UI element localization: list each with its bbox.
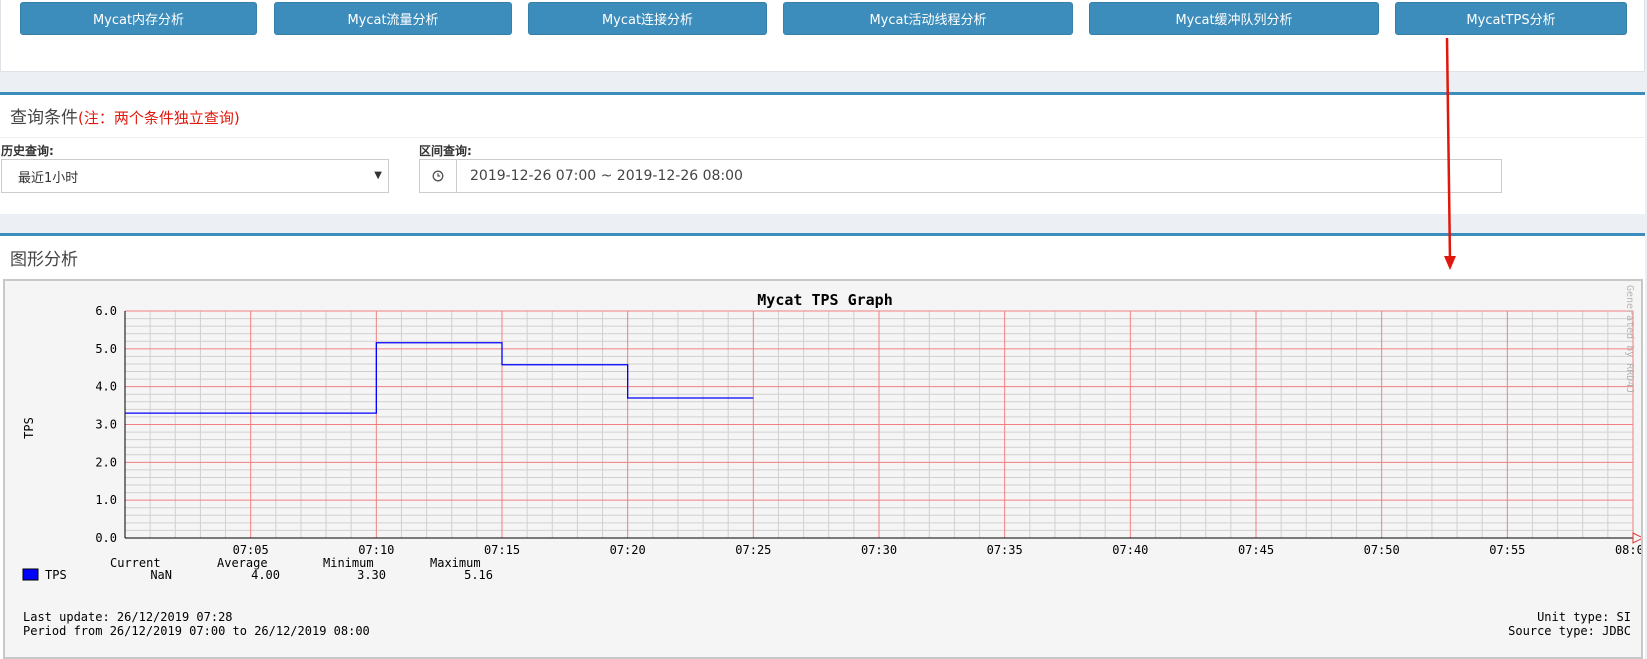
tps-chart-svg: 07:05 07:10 07:15 07:20 07:25 07:30 07:35 07:40… (22, 285, 1647, 638)
x-tick-label: 07:30 (861, 543, 897, 557)
stat-maximum: 5.16 (464, 568, 493, 582)
history-query-label: 历史查询: (1, 144, 54, 158)
x-tick-label: 07:50 (1364, 543, 1400, 557)
y-tick-label: 2.0 (95, 455, 117, 469)
source-type-text: Source type: JDBC (1508, 624, 1631, 638)
y-tick-label: 5.0 (95, 342, 117, 356)
query-conditions-panel: 查询条件(注：两个条件独立查询) 历史查询: 最近1小时 ▼ 区间查询: 201… (0, 92, 1645, 214)
x-tick-labels: 07:05 07:10 07:15 07:20 07:25 07:30 07:35 07:40… (233, 543, 1647, 557)
x-tick-label: 08:00 (1615, 543, 1641, 557)
divider (0, 137, 1645, 138)
query-note: (注：两个条件独立查询) (78, 109, 240, 127)
query-title-text: 查询条件 (10, 108, 78, 128)
annotation-arrow (1444, 38, 1456, 270)
x-tick-label: 07:15 (484, 543, 520, 557)
date-range-value: 2019-12-26 07:00 ~ 2019-12-26 08:00 (470, 168, 743, 184)
x-tick-label: 07:10 (358, 543, 394, 557)
clock-icon (420, 160, 457, 192)
chart-title: Mycat TPS Graph (757, 291, 892, 309)
x-tick-label: 07:40 (1112, 543, 1148, 557)
period-text: Period from 26/12/2019 07:00 to 26/12/20… (23, 624, 370, 638)
x-axis-arrow (1632, 532, 1645, 544)
analysis-button-bar: Mycat内存分析 Mycat流量分析 Mycat连接分析 Mycat活动线程分… (0, 0, 1645, 72)
x-tick-label: 07:55 (1489, 543, 1525, 557)
page-root: Mycat内存分析 Mycat流量分析 Mycat连接分析 Mycat活动线程分… (0, 0, 1647, 659)
last-update-text: Last update: 26/12/2019 07:28 (23, 610, 233, 624)
connection-analysis-button[interactable]: Mycat连接分析 (528, 2, 767, 35)
stat-minimum: 3.30 (357, 568, 386, 582)
x-tick-label: 07:20 (610, 543, 646, 557)
history-query-value: 最近1小时 (18, 170, 79, 186)
traffic-analysis-button[interactable]: Mycat流量分析 (274, 2, 512, 35)
y-tick-label: 0.0 (95, 531, 117, 545)
tps-graph: 07:05 07:10 07:15 07:20 07:25 07:30 07:35 07:40… (3, 279, 1647, 659)
y-tick-label: 4.0 (95, 380, 117, 394)
graph-panel-title: 图形分析 (10, 250, 78, 270)
active-thread-analysis-button[interactable]: Mycat活动线程分析 (783, 2, 1073, 35)
range-query-label: 区间查询: (419, 144, 472, 158)
query-panel-title: 查询条件(注：两个条件独立查询) (10, 103, 240, 128)
caret-down-icon: ▼ (374, 170, 382, 181)
y-tick-label: 1.0 (95, 493, 117, 507)
x-tick-label: 07:25 (735, 543, 771, 557)
stat-average: 4.00 (251, 568, 280, 582)
y-tick-label: 6.0 (95, 304, 117, 318)
x-tick-label: 07:05 (233, 543, 269, 557)
x-tick-label: 07:45 (1238, 543, 1274, 557)
y-axis-label: TPS (22, 417, 36, 439)
buffer-queue-analysis-button[interactable]: Mycat缓冲队列分析 (1089, 2, 1379, 35)
series-line-tps (125, 342, 754, 414)
y-tick-labels: 0.0 1.0 2.0 3.0 4.0 5.0 6.0 (95, 304, 117, 545)
tps-analysis-button[interactable]: MycatTPS分析 (1395, 2, 1627, 35)
memory-analysis-button[interactable]: Mycat内存分析 (20, 2, 257, 35)
date-range-input[interactable]: 2019-12-26 07:00 ~ 2019-12-26 08:00 (419, 159, 1502, 193)
history-query-select[interactable]: 最近1小时 ▼ (1, 159, 389, 193)
legend-swatch-tps (22, 568, 39, 581)
x-tick-label: 07:35 (987, 543, 1023, 557)
legend-label-tps: TPS (45, 568, 67, 582)
graph-analysis-panel: 图形分析 07:05 07:10 07:15 07:20 07:25 07:30 07:35… (0, 233, 1647, 659)
watermark: Generated by RRD4J (1624, 285, 1635, 393)
stat-current: NaN (150, 568, 172, 582)
unit-type-text: Unit type: SI (1537, 610, 1631, 624)
y-tick-label: 3.0 (95, 418, 117, 432)
